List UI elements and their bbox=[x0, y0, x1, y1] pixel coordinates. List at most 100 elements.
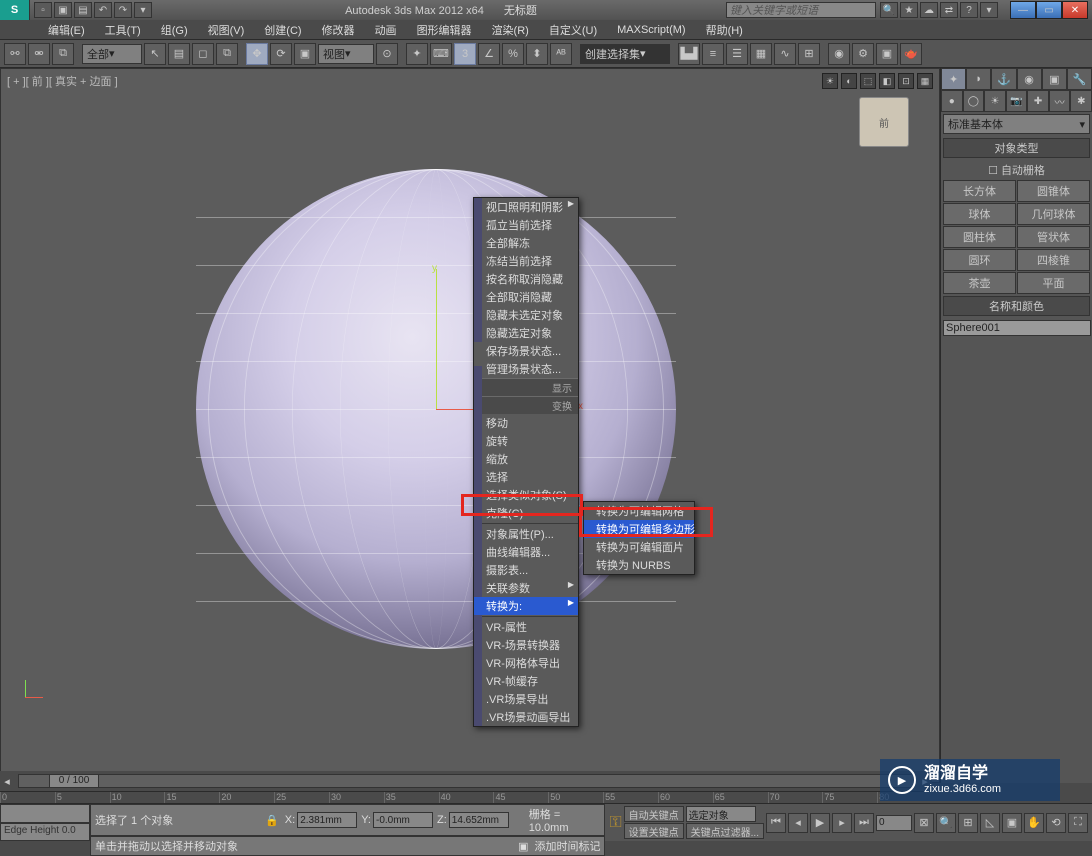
nav-orbit-icon[interactable]: ⟲ bbox=[1046, 813, 1066, 833]
prim-geosphere[interactable]: 几何球体 bbox=[1017, 203, 1090, 225]
menu-modifier[interactable]: 修改器 bbox=[314, 20, 363, 40]
menu-anim[interactable]: 动画 bbox=[367, 20, 405, 40]
frame-buffer-icon[interactable]: ▣ bbox=[876, 43, 898, 65]
ctx-freeze-sel[interactable]: 冻结当前选择 bbox=[474, 252, 578, 270]
goto-start-icon[interactable]: ⏮ bbox=[766, 813, 786, 833]
tab-display-icon[interactable]: ▣ bbox=[1042, 68, 1067, 90]
ctx-vr-scene-export[interactable]: .VR场景导出 bbox=[474, 690, 578, 708]
edit-named-icon[interactable]: ᴬᴮ bbox=[550, 43, 572, 65]
tab-motion-icon[interactable]: ◉ bbox=[1017, 68, 1042, 90]
rollout-name-color[interactable]: 名称和颜色 bbox=[943, 296, 1090, 316]
layer-icon[interactable]: ☰ bbox=[726, 43, 748, 65]
vp-light-icon[interactable]: ☀ bbox=[822, 73, 838, 89]
material-icon[interactable]: ◉ bbox=[828, 43, 850, 65]
help-search-input[interactable]: 键入关键字或短语 bbox=[726, 2, 876, 18]
ctx-select[interactable]: 选择 bbox=[474, 468, 578, 486]
select-icon[interactable]: ↖ bbox=[144, 43, 166, 65]
sub-geometry-icon[interactable]: ● bbox=[941, 90, 963, 112]
mirror-icon[interactable]: ▙▟ bbox=[678, 43, 700, 65]
menu-render[interactable]: 渲染(R) bbox=[484, 20, 537, 40]
ctx-unhide-name[interactable]: 按名称取消隐藏 bbox=[474, 270, 578, 288]
ctx-move[interactable]: 移动 bbox=[474, 414, 578, 432]
unlink-icon[interactable]: ⚮ bbox=[28, 43, 50, 65]
render-icon[interactable]: 🫖 bbox=[900, 43, 922, 65]
ctx-isolate[interactable]: 孤立当前选择 bbox=[474, 216, 578, 234]
time-config-icon[interactable]: ⊠ bbox=[914, 813, 934, 833]
ctx-vray-scene-conv[interactable]: VR-场景转换器 bbox=[474, 636, 578, 654]
track-bar[interactable]: 05 1015 2025 3035 4045 5055 6065 7075 80 bbox=[0, 791, 932, 803]
object-name-input[interactable] bbox=[943, 320, 1091, 336]
ctx-save-state[interactable]: 保存场景状态... bbox=[474, 342, 578, 360]
menu-tools[interactable]: 工具(T) bbox=[97, 20, 149, 40]
ctx-dope-sheet[interactable]: 摄影表... bbox=[474, 561, 578, 579]
minimize-button[interactable]: — bbox=[1010, 1, 1036, 19]
nav-zoom-icon[interactable]: 🔍 bbox=[936, 813, 956, 833]
named-selection-dropdown[interactable]: 创建选择集 ▾ bbox=[580, 44, 670, 64]
pivot-icon[interactable]: ⊙ bbox=[376, 43, 398, 65]
ctx-select-similar[interactable]: 选择类似对象(S) bbox=[474, 486, 578, 504]
fav-icon[interactable]: ★ bbox=[900, 2, 918, 18]
prim-teapot[interactable]: 茶壶 bbox=[943, 272, 1016, 294]
current-frame-input[interactable] bbox=[876, 815, 912, 831]
lock-icon[interactable]: 🔒 bbox=[265, 814, 279, 827]
key-icon[interactable]: ⚿ bbox=[609, 814, 621, 832]
time-tag-icon[interactable]: ▣ bbox=[518, 840, 528, 853]
autogrid-checkbox[interactable]: ☐ 自动栅格 bbox=[941, 160, 1092, 180]
prim-box[interactable]: 长方体 bbox=[943, 180, 1016, 202]
close-button[interactable]: ✕ bbox=[1062, 1, 1088, 19]
vp-s3-icon[interactable]: ◧ bbox=[879, 73, 895, 89]
next-frame-icon[interactable]: ▸ bbox=[832, 813, 852, 833]
play-icon[interactable]: ▶ bbox=[810, 813, 830, 833]
ctx-vr-scene-anim-export[interactable]: .VR场景动画导出 bbox=[474, 708, 578, 726]
search-go-icon[interactable]: 🔍 bbox=[880, 2, 898, 18]
keyboard-icon[interactable]: ⌨ bbox=[430, 43, 452, 65]
ctx-scale[interactable]: 缩放 bbox=[474, 450, 578, 468]
maximize-button[interactable]: ▭ bbox=[1036, 1, 1062, 19]
align-icon[interactable]: ≡ bbox=[702, 43, 724, 65]
setkey-button[interactable]: 设置关键点 bbox=[624, 823, 684, 839]
ctx-manage-state[interactable]: 管理场景状态... bbox=[474, 360, 578, 378]
angle-snap-icon[interactable]: ∠ bbox=[478, 43, 500, 65]
menu-help[interactable]: 帮助(H) bbox=[698, 20, 751, 40]
autokey-button[interactable]: 自动关键点 bbox=[624, 806, 684, 822]
nav-zoom-ext-icon[interactable]: ▣ bbox=[1002, 813, 1022, 833]
viewport-label[interactable]: [ + ][ 前 ][ 真实 + 边面 ] bbox=[7, 73, 118, 89]
menu-edit[interactable]: 编辑(E) bbox=[40, 20, 93, 40]
curve-editor-icon[interactable]: ∿ bbox=[774, 43, 796, 65]
bind-icon[interactable]: ⧉ bbox=[52, 43, 74, 65]
ctx-clone[interactable]: 克隆(C) bbox=[474, 504, 578, 522]
ctx-vray-fb[interactable]: VR-帧缓存 bbox=[474, 672, 578, 690]
coord-x-input[interactable] bbox=[297, 812, 357, 828]
keymode-dropdown[interactable]: 选定对象 bbox=[686, 806, 756, 822]
ctx-to-editable-poly[interactable]: 转换为可编辑多边形 bbox=[584, 520, 694, 538]
ctx-wire-params[interactable]: 关联参数 bbox=[474, 579, 578, 597]
menu-group[interactable]: 组(G) bbox=[153, 20, 196, 40]
tab-create-icon[interactable]: ✦ bbox=[941, 68, 966, 90]
coord-y-input[interactable] bbox=[373, 812, 433, 828]
select-rect-icon[interactable]: ◻ bbox=[192, 43, 214, 65]
ctx-convert-to[interactable]: 转换为: bbox=[474, 597, 578, 615]
sub-systems-icon[interactable]: ✱ bbox=[1070, 90, 1092, 112]
viewcube[interactable]: 前 bbox=[859, 97, 909, 147]
sub-spacewarps-icon[interactable]: 〰 bbox=[1049, 90, 1071, 112]
sub-lights-icon[interactable]: ☀ bbox=[984, 90, 1006, 112]
ctx-obj-props[interactable]: 对象属性(P)... bbox=[474, 525, 578, 543]
sub-cameras-icon[interactable]: 📷 bbox=[1006, 90, 1028, 112]
qat-redo-icon[interactable]: ↷ bbox=[114, 2, 132, 18]
cloud-icon[interactable]: ☁ bbox=[920, 2, 938, 18]
menu-create[interactable]: 创建(C) bbox=[256, 20, 309, 40]
help-icon[interactable]: ? bbox=[960, 2, 978, 18]
prim-torus[interactable]: 圆环 bbox=[943, 249, 1016, 271]
ctx-vray-props[interactable]: VR-属性 bbox=[474, 618, 578, 636]
nav-max-icon[interactable]: ⛶ bbox=[1068, 813, 1088, 833]
percent-snap-icon[interactable]: % bbox=[502, 43, 524, 65]
render-setup-icon[interactable]: ⚙ bbox=[852, 43, 874, 65]
tab-hierarchy-icon[interactable]: ⚓ bbox=[991, 68, 1016, 90]
time-thumb[interactable]: 0 / 100 bbox=[49, 774, 99, 788]
qat-dropdown-icon[interactable]: ▾ bbox=[134, 2, 152, 18]
selection-filter-dropdown[interactable]: 全部 ▾ bbox=[82, 44, 142, 64]
maxscript-mini[interactable] bbox=[0, 804, 90, 823]
ctx-hide-sel[interactable]: 隐藏选定对象 bbox=[474, 324, 578, 342]
category-dropdown[interactable]: 标准基本体▾ bbox=[943, 114, 1090, 134]
prim-cone[interactable]: 圆锥体 bbox=[1017, 180, 1090, 202]
